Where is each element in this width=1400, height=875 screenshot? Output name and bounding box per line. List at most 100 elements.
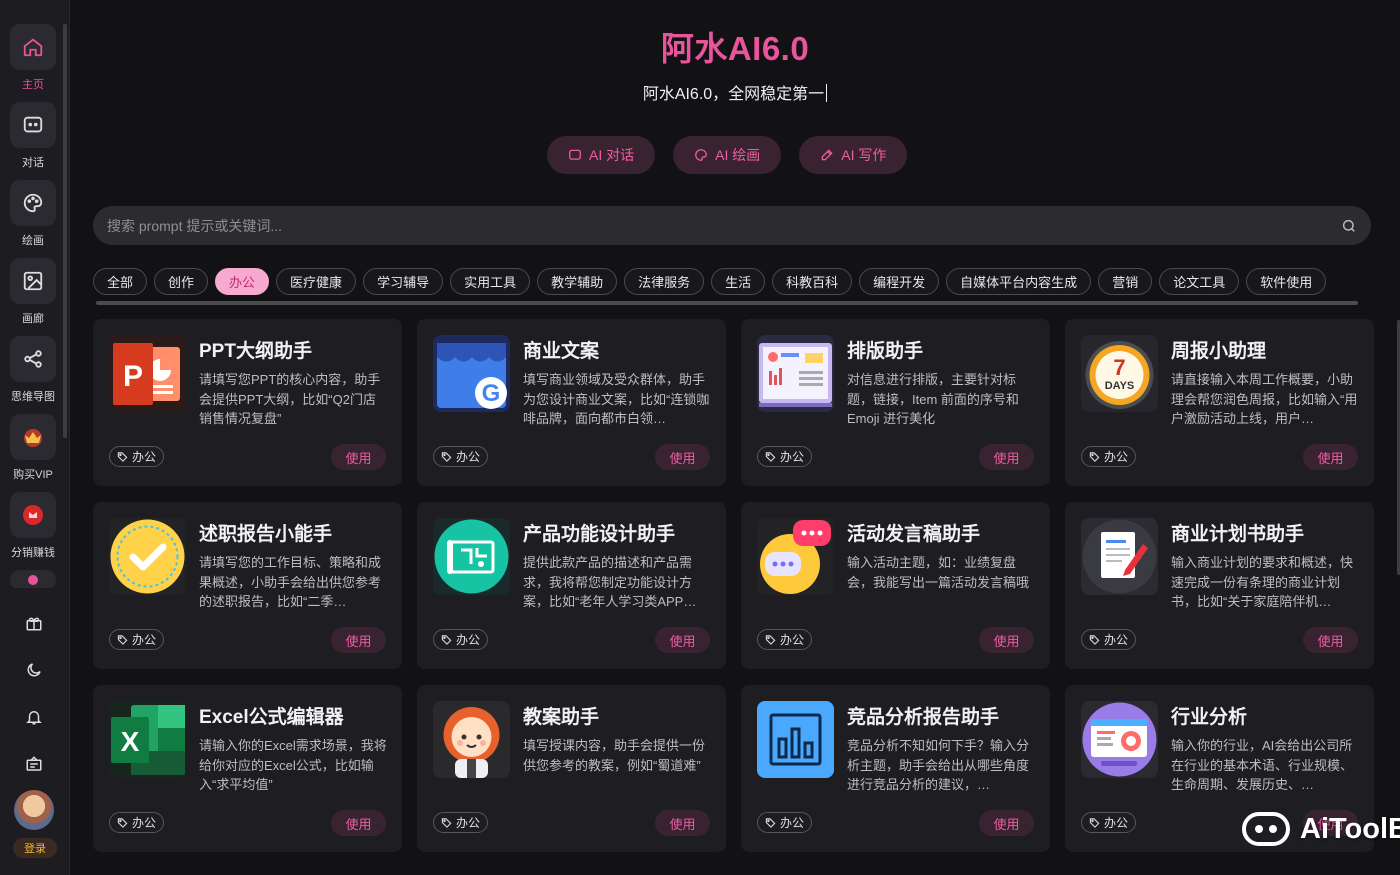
card-title: 产品功能设计助手: [523, 524, 676, 545]
card-tag: 办公: [109, 446, 165, 467]
sidebar-item-chat[interactable]: 对话: [0, 102, 66, 170]
mindmap-icon: [10, 336, 56, 382]
mode-buttons: AI 对话 AI 绘画 AI 写作: [547, 136, 908, 174]
category-tab[interactable]: 编程开发: [859, 268, 940, 295]
card-title: 活动发言稿助手: [847, 524, 981, 545]
prompt-card[interactable]: 7 DAYS 周报小助理 请直接输入本周工作概要，小助理会帮您润色周报，比如输入“用户…: [1065, 319, 1374, 486]
sidebar-item-home[interactable]: 主页: [0, 24, 66, 92]
category-tab[interactable]: 软件使用: [1246, 268, 1327, 295]
card-tag-label: 办公: [780, 816, 805, 830]
card-description: 请输入你的Excel需求场景，我将给你对应的Excel公式，比如输入“求平均值”: [199, 738, 387, 792]
prompt-card[interactable]: G 商业文案 填写商业领域及受众群体，助手为您设计商业文案，比如“连锁咖啡品牌，面向…: [417, 319, 726, 486]
prompt-card[interactable]: 述职报告小能手 请填写您的工作目标、策略和成果概述，小助手会给出供您参考的述职报告…: [93, 502, 402, 669]
prompt-card[interactable]: 产品功能设计助手 提供此款产品的描述和产品需求，我将帮您制定功能设计方案，比如“老…: [417, 502, 726, 669]
avatar[interactable]: [14, 790, 54, 830]
prompt-card[interactable]: 活动发言稿助手输入活动主题，如：业绩复盘会，我能写出一篇活动发言稿哦办公 使用: [741, 502, 1050, 669]
card-tag: 办公: [109, 629, 165, 650]
ai-draw-label: AI 绘画: [715, 147, 761, 163]
google-store-icon: G: [433, 335, 510, 412]
sidebar-item-draw[interactable]: 绘画: [0, 180, 66, 248]
card-tag: 办公: [109, 812, 165, 833]
palette-icon: [10, 180, 56, 226]
card-tag-label: 办公: [132, 633, 157, 647]
tag-icon: [117, 818, 128, 828]
card-description: 输入活动主题，如：业绩复盘会，我能写出一篇活动发言稿哦: [847, 555, 1030, 590]
sidebar-item-label: 分销赚钱: [11, 547, 55, 559]
sidebar-item-gallery[interactable]: 画廊: [0, 258, 66, 326]
category-tab[interactable]: 创作: [154, 268, 209, 295]
sidebar-item-partial[interactable]: [0, 570, 66, 588]
category-tab[interactable]: 科教百科: [772, 268, 853, 295]
use-button[interactable]: 使用: [979, 627, 1034, 653]
login-button[interactable]: 登录: [13, 838, 57, 858]
tag-icon: [1089, 452, 1100, 462]
card-tag: 办公: [433, 446, 489, 467]
category-tab[interactable]: 教学辅助: [537, 268, 618, 295]
sidebar-item-vip[interactable]: 购买VIP: [0, 414, 66, 482]
card-tag-label: 办公: [1104, 633, 1129, 647]
bar-chart-icon: [757, 701, 834, 778]
card-tag-label: 办公: [456, 633, 481, 647]
watermark-text: AiToolBox: [1300, 812, 1400, 845]
use-button[interactable]: 使用: [331, 627, 386, 653]
excel-icon: X: [109, 701, 186, 778]
moon-icon[interactable]: [22, 658, 46, 682]
gift-icon[interactable]: [22, 611, 46, 635]
sidebar-item-affiliate[interactable]: 分销赚钱: [0, 492, 66, 560]
prompt-card[interactable]: 竞品分析报告助手 竞品分析不知如何下手？输入分析主题，助手会给出从哪些角度进行竞品…: [741, 685, 1050, 852]
use-button[interactable]: 使用: [655, 627, 710, 653]
category-tab[interactable]: 法律服务: [624, 268, 705, 295]
tag-icon: [441, 452, 452, 462]
card-description: 填写商业领域及受众群体，助手为您设计商业文案，比如“连锁咖啡品牌，面向都市白领…: [523, 372, 710, 426]
use-button[interactable]: 使用: [655, 444, 710, 470]
card-tag: 办公: [433, 629, 489, 650]
search-icon[interactable]: [1341, 218, 1357, 234]
ai-write-button[interactable]: AI 写作: [799, 136, 908, 174]
card-tag: 办公: [757, 446, 813, 467]
notice-icon[interactable]: [22, 752, 46, 776]
use-button[interactable]: 使用: [1303, 627, 1358, 653]
watermark-logo-icon: [1242, 812, 1290, 846]
card-title: Excel公式编辑器: [199, 707, 344, 728]
use-button[interactable]: 使用: [979, 810, 1034, 836]
category-tab[interactable]: 自媒体平台内容生成: [946, 268, 1092, 295]
prompt-card[interactable]: 教案助手 填写授课内容，助手会提供一份供您参考的教案，例如“蜀道难” 办公 使用: [417, 685, 726, 852]
card-tag: 办公: [433, 812, 489, 833]
svg-text:X: X: [121, 726, 140, 757]
sidebar-item-label: 购买VIP: [13, 469, 53, 481]
prompt-card[interactable]: X Excel公式编辑器请输入你的Excel需求场景，我将给你对应的Excel公式…: [93, 685, 402, 852]
category-tab[interactable]: 全部: [93, 268, 148, 295]
use-button[interactable]: 使用: [331, 444, 386, 470]
use-button[interactable]: 使用: [655, 810, 710, 836]
category-tab[interactable]: 论文工具: [1159, 268, 1240, 295]
ai-chat-button[interactable]: AI 对话: [547, 136, 656, 174]
card-description: 输入商业计划的要求和概述，快速完成一份有条理的商业计划书，比如“关于家庭陪伴机…: [1171, 555, 1354, 609]
prompt-card[interactable]: P PPT大纲助手请填写您PPT的核心内容，助手会提供PPT大纲，比如“Q2门店销…: [93, 319, 402, 486]
search-input[interactable]: [107, 217, 1341, 234]
svg-text:P: P: [123, 360, 143, 393]
ai-draw-button[interactable]: AI 绘画: [673, 136, 782, 174]
use-button[interactable]: 使用: [331, 810, 386, 836]
sidebar-item-label: 画廊: [22, 313, 44, 325]
card-description: 请填写您PPT的核心内容，助手会提供PPT大纲，比如“Q2门店销售情况复盘”: [199, 372, 381, 426]
category-scrollbar[interactable]: [96, 301, 1358, 305]
card-title: PPT大纲助手: [199, 341, 312, 362]
card-description: 对信息进行排版，主要针对标题，链接，Item 前面的序号和 Emoji 进行美化: [847, 372, 1019, 426]
card-tag: 办公: [1081, 629, 1137, 650]
card-tag-label: 办公: [780, 450, 805, 464]
category-tab[interactable]: 实用工具: [450, 268, 531, 295]
use-button[interactable]: 使用: [979, 444, 1034, 470]
card-tag: 办公: [757, 629, 813, 650]
prompt-card[interactable]: 排版助手 对信息进行排版，主要针对标题，链接，Item 前面的序号和 Emoji …: [741, 319, 1050, 486]
use-button[interactable]: 使用: [1303, 444, 1358, 470]
category-tab[interactable]: 医疗健康: [276, 268, 357, 295]
prompt-card[interactable]: 商业计划书助手 输入商业计划的要求和概述，快速完成一份有条理的商业计划书，比如“关…: [1065, 502, 1374, 669]
ai-chat-label: AI 对话: [589, 147, 635, 163]
sidebar-item-mindmap[interactable]: 思维导图: [0, 336, 66, 404]
category-tab[interactable]: 办公: [215, 268, 270, 295]
category-tab[interactable]: 学习辅导: [363, 268, 444, 295]
category-tab[interactable]: 生活: [711, 268, 766, 295]
category-tab[interactable]: 营销: [1098, 268, 1153, 295]
bell-icon[interactable]: [22, 705, 46, 729]
card-tag-label: 办公: [780, 633, 805, 647]
